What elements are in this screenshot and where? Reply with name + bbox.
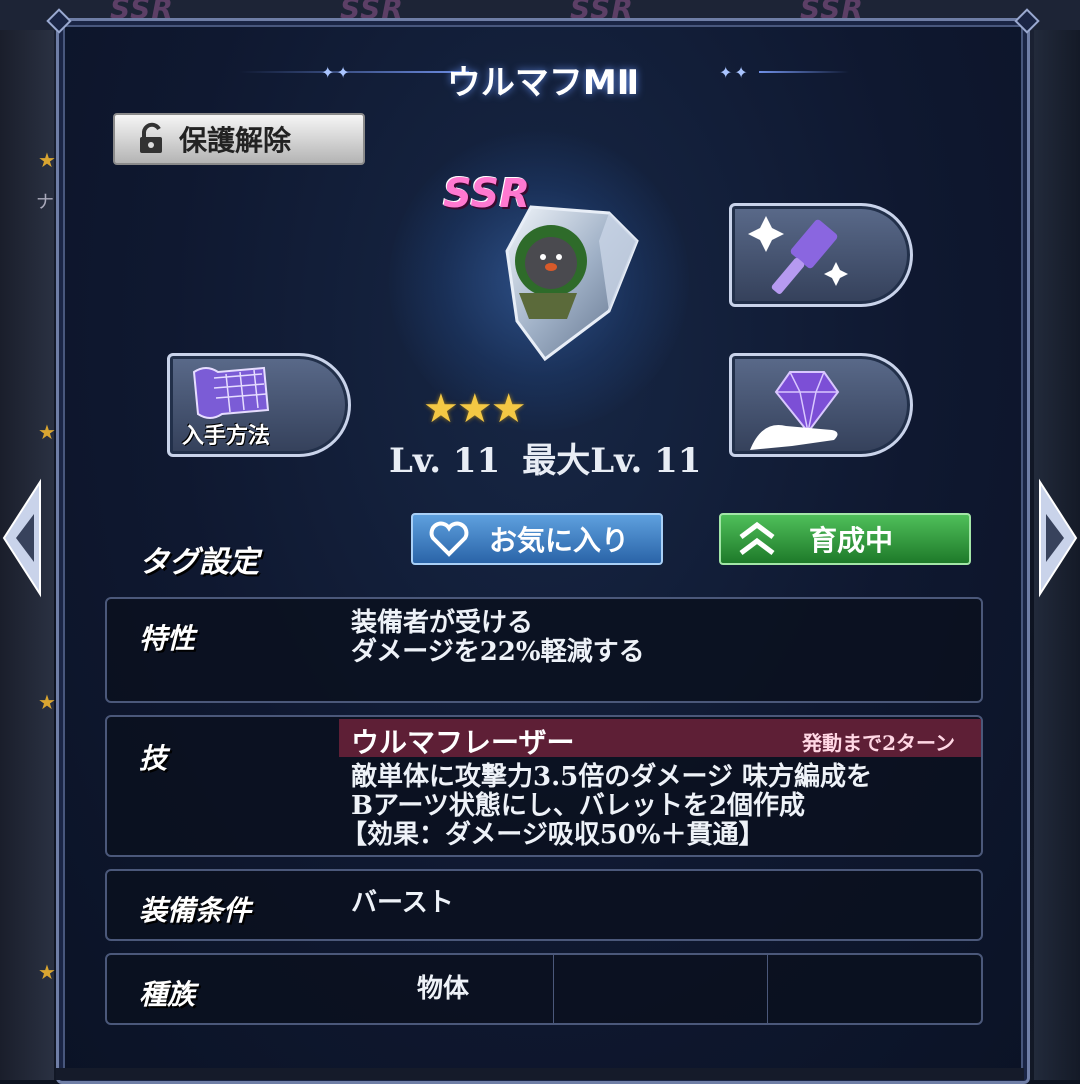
trait-label: 特性 xyxy=(139,622,196,655)
equip-condition-value: バースト xyxy=(351,888,454,918)
material-button[interactable] xyxy=(729,353,913,457)
skill-header: ウルマフレーザー 発動まで2ターン xyxy=(339,719,981,759)
map-icon xyxy=(192,366,270,419)
current-level: Lv. 11 xyxy=(389,441,501,481)
trait-line: 装備者が受ける xyxy=(351,608,534,638)
bg-star-icon: ★ xyxy=(38,148,56,172)
training-tag-button[interactable]: 育成中 xyxy=(719,513,971,565)
trait-panel: 特性 装備者が受ける ダメージを22%軽減する xyxy=(105,597,983,703)
gem-hand-icon xyxy=(750,371,840,450)
skill-line: 敵単体に攻撃力3.5倍のダメージ 味方編成を xyxy=(351,762,872,792)
chevron-left-icon xyxy=(2,478,41,598)
chevron-right-icon xyxy=(1039,478,1078,598)
race-cell-divider xyxy=(767,955,768,1025)
race-label: 種族 xyxy=(139,978,196,1011)
bg-star-icon: ★ xyxy=(38,690,56,714)
level-display: Lv. 11 最大Lv. 11 xyxy=(389,433,723,482)
double-chevron-up-icon xyxy=(739,521,775,555)
hammer-sparkle-icon xyxy=(748,216,848,294)
bg-star-icon: ★ xyxy=(38,960,56,984)
unprotect-label: 保護解除 xyxy=(179,124,292,157)
unprotect-button[interactable]: 保護解除 xyxy=(113,113,365,165)
favorite-tag-label: お気に入り xyxy=(489,524,630,557)
skill-line: 【効果：ダメージ吸収50%＋貫通】 xyxy=(341,820,765,850)
trait-text: 装備者が受ける ダメージを22%軽減する xyxy=(351,609,645,667)
skill-line: Bアーツ状態にし、バレットを2個作成 xyxy=(351,791,805,821)
heart-icon xyxy=(429,521,469,557)
bottom-bar xyxy=(56,1068,1024,1080)
bg-star-icon: ★ xyxy=(38,420,56,444)
acquisition-method-button[interactable]: 入手方法 xyxy=(167,353,351,457)
skill-cooldown: 発動まで2ターン xyxy=(802,731,955,755)
next-arrow-button[interactable] xyxy=(1036,478,1080,598)
skill-label: 技 xyxy=(139,742,168,775)
modal-title: ウルマフMⅡ xyxy=(446,63,640,103)
race-panel: 種族 物体 xyxy=(105,953,983,1025)
tag-settings-label: タグ設定 xyxy=(139,545,259,580)
star-rating: ★★★ xyxy=(423,386,527,432)
race-value: 物体 xyxy=(417,974,470,1004)
equipment-detail-modal: ✦✦ ✦✦ ウルマフMⅡ 保護解除 SSR ★★★ Lv. 11 最大Lv. 11 xyxy=(46,8,1040,1084)
equip-condition-label: 装備条件 xyxy=(139,894,252,927)
unlock-icon xyxy=(140,122,162,153)
max-level: 最大Lv. 11 xyxy=(522,441,702,481)
equip-condition-panel: 装備条件 バースト xyxy=(105,869,983,941)
skill-panel: ウルマフレーザー 発動まで2ターン 技 敵単体に攻撃力3.5倍のダメージ 味方編… xyxy=(105,715,983,857)
trait-line: ダメージを22%軽減する xyxy=(351,637,645,667)
favorite-tag-button[interactable]: お気に入り xyxy=(411,513,663,565)
skill-description: 敵単体に攻撃力3.5倍のダメージ 味方編成を Bアーツ状態にし、バレットを2個作… xyxy=(341,762,872,850)
skill-name: ウルマフレーザー xyxy=(351,726,575,759)
acquisition-method-label: 入手方法 xyxy=(182,424,271,449)
bg-text-fragment: ナ xyxy=(36,192,54,213)
upgrade-button[interactable] xyxy=(729,203,913,307)
training-tag-label: 育成中 xyxy=(809,524,894,557)
rarity-badge: SSR xyxy=(443,171,530,217)
prev-arrow-button[interactable] xyxy=(0,478,44,598)
shield-mole-icon xyxy=(505,205,639,362)
race-cell-divider xyxy=(553,955,554,1025)
